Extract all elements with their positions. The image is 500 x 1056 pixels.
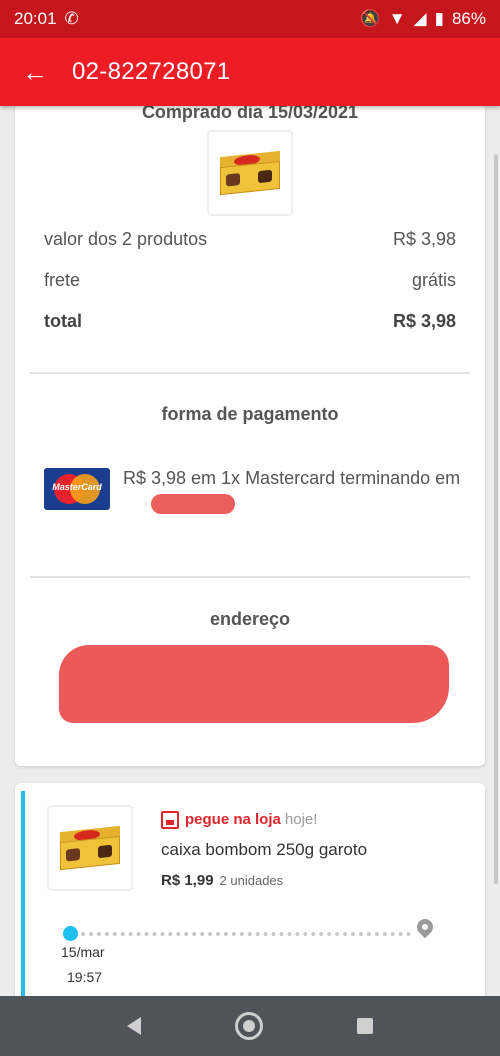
mastercard-icon: MasterCard	[44, 468, 110, 510]
order-summary-card: Comprado dia 15/03/2021 valor dos 2 prod…	[15, 106, 485, 766]
order-number-title: 02-822728071	[72, 58, 231, 85]
divider	[30, 576, 470, 578]
price-value: R$ 1,99	[161, 872, 214, 889]
product-name: caixa bombom 250g garoto	[161, 840, 368, 859]
nav-recents-icon[interactable]	[357, 1018, 373, 1034]
address-redaction	[59, 645, 449, 723]
tracking-date: 15/mar	[61, 944, 105, 960]
status-time: 20:01	[14, 9, 57, 28]
status-bar: 20:01 ✆ 🔕 ▼ ◢ ▮ 86%	[0, 0, 500, 38]
purchase-date: Comprado dia 15/03/2021	[141, 106, 359, 122]
app-bar: ← 02-822728071	[0, 38, 500, 106]
system-nav-bar	[0, 996, 500, 1056]
pickup-text: pegue na loja	[185, 811, 281, 828]
tracking-time: 19:57	[67, 969, 103, 985]
payment-description: R$ 3,98 em 1x Mastercard terminando em	[123, 468, 461, 488]
nav-home-icon[interactable]	[235, 1012, 263, 1040]
wifi-icon: ▼	[388, 9, 406, 28]
battery-percent: 86%	[451, 9, 486, 28]
item-price: R$ 1,99 2 unidades	[161, 872, 283, 889]
pickup-when: hoje!	[284, 811, 318, 828]
tracking-start-dot	[63, 926, 78, 941]
products-value-row: valor dos 2 produtos R$ 3,98	[44, 229, 456, 250]
divider	[30, 372, 470, 374]
payment-section-title: forma de pagamento	[161, 404, 339, 424]
redaction-mark	[151, 494, 235, 514]
location-pin-icon	[413, 915, 437, 939]
mute-icon: 🔕	[359, 9, 381, 28]
row-label: valor dos 2 produtos	[44, 229, 208, 249]
row-value: R$ 3,98	[392, 311, 456, 331]
row-value: grátis	[411, 270, 456, 290]
item-units: 2 unidades	[219, 873, 284, 888]
shipping-row: frete grátis	[44, 270, 456, 291]
tracking-progress	[63, 915, 437, 943]
nav-back-icon[interactable]	[127, 1017, 141, 1035]
order-item-card[interactable]: pegue na loja hoje! caixa bombom 250g gar…	[15, 783, 485, 996]
order-content[interactable]: Comprado dia 15/03/2021 valor dos 2 prod…	[0, 106, 500, 996]
chocolate-box-image	[220, 150, 280, 196]
status-accent-bar	[21, 791, 25, 996]
notification-icon: ✆	[64, 9, 79, 28]
tracking-dotted-line	[81, 932, 411, 936]
back-arrow-icon[interactable]: ←	[22, 57, 62, 88]
store-icon	[161, 811, 179, 829]
product-thumbnail[interactable]	[207, 130, 293, 216]
chocolate-box-image	[60, 825, 120, 871]
battery-icon: ▮	[434, 9, 444, 28]
total-row: total R$ 3,98	[44, 311, 456, 332]
pickup-label: pegue na loja hoje!	[185, 811, 317, 828]
row-label: total	[44, 311, 82, 331]
address-section-title: endereço	[209, 609, 291, 629]
signal-icon: ◢	[413, 9, 427, 28]
row-label: frete	[44, 270, 81, 290]
scrollbar[interactable]	[494, 154, 498, 884]
row-value: R$ 3,98	[392, 229, 456, 249]
item-thumbnail[interactable]	[47, 805, 133, 891]
